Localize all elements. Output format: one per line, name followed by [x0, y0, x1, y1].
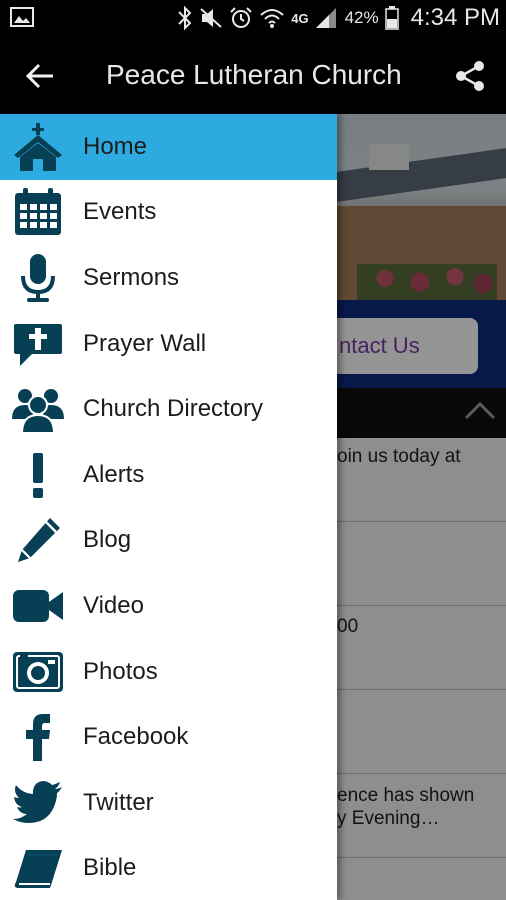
drawer-item-label: Blog [83, 526, 132, 554]
drawer-item-label: Photos [83, 657, 158, 685]
video-camera-icon [12, 580, 64, 632]
status-bar: 4G 42% 4:34 PM [0, 0, 506, 36]
back-button[interactable] [20, 56, 60, 96]
microphone-icon [12, 252, 64, 304]
drawer-item-photos[interactable]: Photos [0, 639, 337, 705]
wifi-icon [260, 9, 284, 28]
cross-speech-bubble-icon [12, 318, 64, 370]
page-title: Peace Lutheran Church [106, 59, 402, 90]
drawer-item-label: Events [83, 198, 157, 226]
bible-icon [12, 842, 64, 894]
drawer-item-label: Home [83, 132, 148, 160]
drawer-item-label: Church Directory [83, 395, 264, 423]
drawer-item-alerts[interactable]: Alerts [0, 442, 337, 508]
network-4g-icon: 4G [291, 10, 309, 26]
drawer-item-blog[interactable]: Blog [0, 508, 337, 574]
signal-icon [315, 8, 336, 28]
camera-icon [12, 646, 64, 698]
gallery-icon [10, 7, 34, 27]
calendar-icon [12, 186, 64, 238]
drawer-item-label: Video [83, 591, 144, 619]
navigation-drawer: Home Events Sermons Prayer Wall Church D… [0, 114, 337, 900]
drawer-item-label: Bible [83, 854, 137, 882]
drawer-item-twitter[interactable]: Twitter [0, 770, 337, 836]
battery-icon [384, 6, 399, 30]
drawer-item-video[interactable]: Video [0, 573, 337, 639]
facebook-icon [12, 711, 64, 763]
mute-icon [200, 8, 222, 28]
drawer-item-events[interactable]: Events [0, 180, 337, 246]
drawer-item-facebook[interactable]: Facebook [0, 704, 337, 770]
drawer-item-sermons[interactable]: Sermons [0, 245, 337, 311]
alarm-icon [230, 7, 252, 28]
drawer-item-label: Alerts [83, 460, 145, 488]
people-group-icon [12, 383, 64, 435]
share-button[interactable] [450, 56, 490, 96]
battery-percent: 42% [344, 8, 379, 27]
drawer-item-label: Twitter [83, 788, 154, 816]
app-bar: Peace Lutheran Church [0, 36, 506, 114]
share-icon [456, 61, 484, 91]
bluetooth-icon [178, 6, 192, 30]
exclamation-icon [12, 449, 64, 501]
pencil-icon [12, 514, 64, 566]
drawer-item-home[interactable]: Home [0, 114, 337, 180]
drawer-item-church-directory[interactable]: Church Directory [0, 376, 337, 442]
back-arrow-icon [25, 63, 53, 89]
church-icon [12, 121, 64, 173]
drawer-item-bible[interactable]: Bible [0, 836, 337, 900]
clock: 4:34 PM [410, 4, 500, 31]
drawer-item-label: Facebook [83, 723, 189, 751]
twitter-icon [12, 777, 64, 829]
drawer-item-prayer-wall[interactable]: Prayer Wall [0, 311, 337, 377]
status-icons: 4G 42% 4:34 PM [177, 0, 500, 36]
drawer-item-label: Sermons [83, 263, 180, 291]
drawer-scrim[interactable] [337, 114, 506, 900]
drawer-item-label: Prayer Wall [83, 329, 207, 357]
